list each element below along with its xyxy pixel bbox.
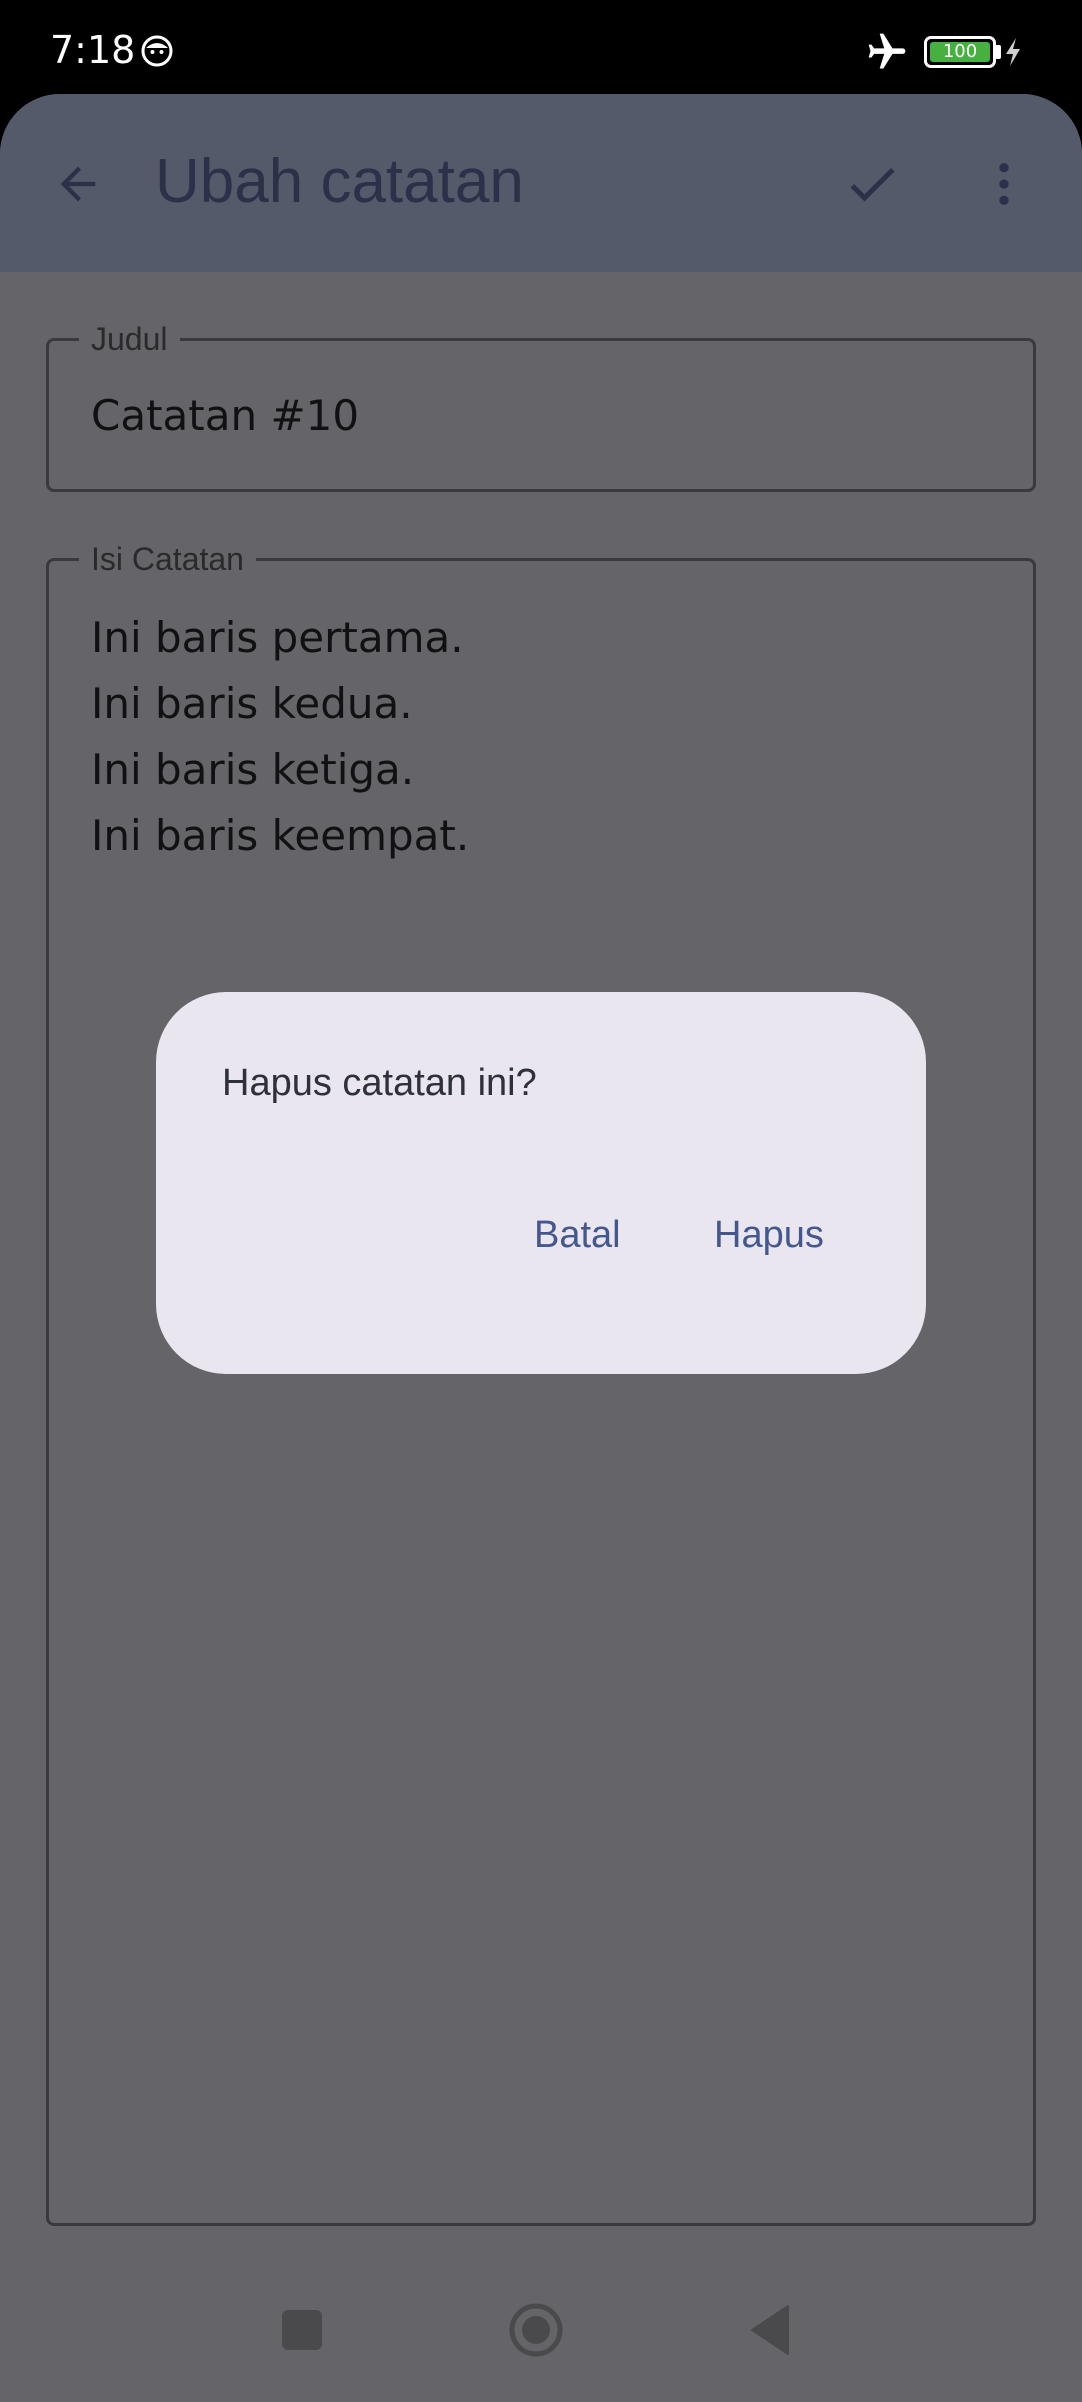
battery-level: 100: [930, 42, 990, 62]
dialog-message: Hapus catatan ini?: [222, 1062, 537, 1104]
cancel-button[interactable]: Batal: [534, 1214, 621, 1257]
status-bar: 7:18 100: [0, 0, 1082, 100]
note-body-line: Ini baris keempat.: [91, 811, 470, 860]
save-button[interactable]: [834, 146, 910, 222]
home-button[interactable]: [508, 2302, 564, 2358]
notification-face-icon: [141, 35, 173, 67]
top-app-bar: Ubah catatan: [0, 94, 1082, 272]
system-navigation-bar: [0, 2240, 1082, 2402]
airplane-mode-icon: [868, 33, 906, 69]
note-body-field[interactable]: Isi Catatan Ini baris pertama. Ini baris…: [46, 541, 1036, 2226]
title-field-label: Judul: [79, 321, 180, 357]
page-title: Ubah catatan: [155, 147, 524, 216]
note-body-field-label: Isi Catatan: [79, 541, 256, 577]
title-field[interactable]: Judul Catatan #10: [46, 321, 1036, 492]
nav-back-button[interactable]: [750, 2304, 790, 2356]
more-vert-icon: [999, 163, 1009, 205]
battery-indicator: 100: [924, 36, 996, 68]
back-button[interactable]: [40, 146, 116, 222]
arrow-back-icon: [60, 166, 96, 202]
note-body-line: Ini baris pertama.: [91, 613, 464, 662]
more-options-button[interactable]: [966, 146, 1042, 222]
delete-button[interactable]: Hapus: [714, 1214, 824, 1257]
note-body-text: Ini baris pertama. Ini baris kedua. Ini …: [91, 605, 469, 869]
title-field-value: Catatan #10: [91, 391, 360, 440]
status-time: 7:18: [50, 28, 136, 72]
check-icon: [850, 167, 895, 202]
delete-confirmation-dialog: Hapus catatan ini? Batal Hapus: [156, 992, 926, 1374]
note-body-line: Ini baris ketiga.: [91, 745, 415, 794]
bolt-icon: [1006, 38, 1020, 66]
note-body-line: Ini baris kedua.: [91, 679, 413, 728]
recents-button[interactable]: [282, 2310, 322, 2350]
battery-tip: [996, 45, 1001, 59]
